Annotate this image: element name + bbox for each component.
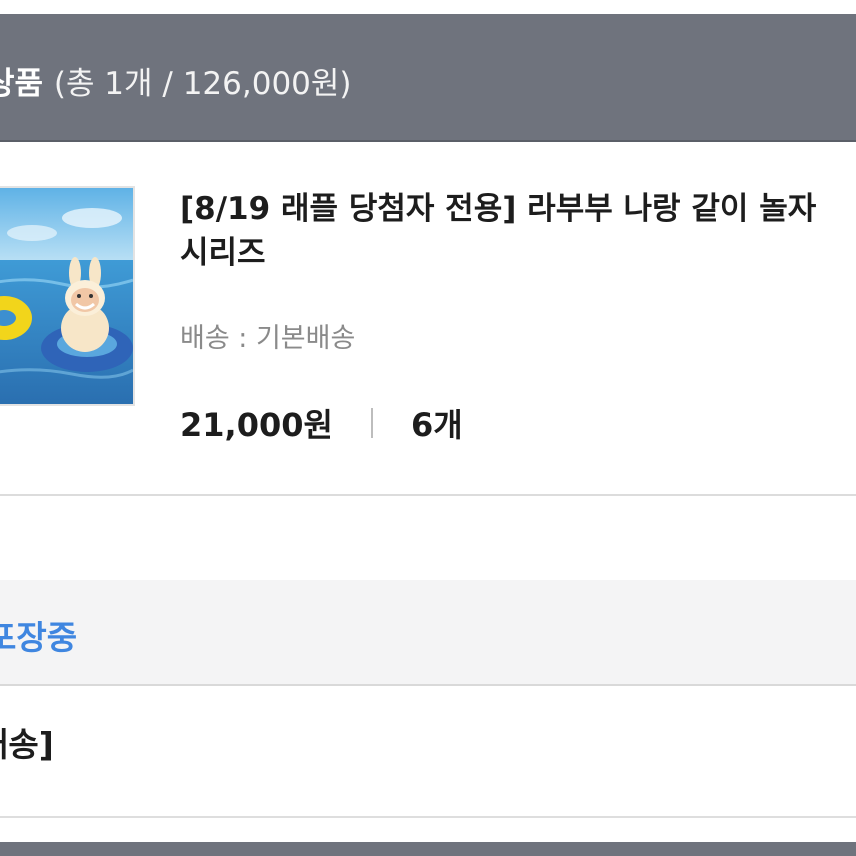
section-title-label: 상품 xyxy=(0,66,44,102)
delivery-label: 배송] xyxy=(0,725,54,764)
section-title: 상품 (총 1개 / 126,000원) xyxy=(0,58,352,103)
price-quantity-row: 21,000원 6개 xyxy=(180,400,463,446)
product-name-line1: [8/19 래플 당첨자 전용] 라부부 나랑 같이 놀자 xyxy=(180,191,817,227)
order-status-bar: 포장중 xyxy=(0,580,856,686)
delivery-row[interactable]: 배송] xyxy=(0,688,856,818)
order-section-header[interactable]: 상품 (총 1개 / 126,000원) xyxy=(0,14,856,142)
product-name[interactable]: [8/19 래플 당첨자 전용] 라부부 나랑 같이 놀자 시리즈 xyxy=(180,187,856,275)
next-section-header[interactable] xyxy=(0,842,856,856)
labubu-figure-pool-icon xyxy=(0,188,133,404)
product-quantity: 6개 xyxy=(410,406,463,444)
shipping-method: 배송 : 기본배송 xyxy=(180,323,356,354)
product-item[interactable]: [8/19 래플 당첨자 전용] 라부부 나랑 같이 놀자 시리즈 배송 : 기… xyxy=(0,144,856,496)
product-name-line2: 시리즈 xyxy=(180,235,266,271)
order-summary: (총 1개 / 126,000원) xyxy=(53,66,352,102)
product-price: 21,000원 xyxy=(180,406,333,444)
bottom-spacer xyxy=(0,818,856,842)
top-spacer xyxy=(0,0,856,14)
order-status: 포장중 xyxy=(0,618,78,657)
divider xyxy=(370,408,373,438)
product-image[interactable] xyxy=(0,186,135,406)
section-spacer xyxy=(0,496,856,580)
